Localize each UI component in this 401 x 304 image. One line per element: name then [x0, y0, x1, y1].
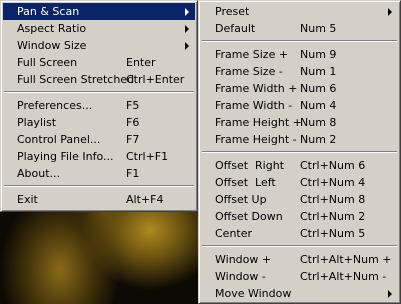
menu-item-label: Offset Left: [215, 176, 276, 189]
menu-item-shortcut: Ctrl+Num 4: [300, 176, 366, 189]
menu-item-window-size[interactable]: Window Size: [3, 37, 195, 54]
menu-item-label: Window +: [215, 253, 272, 266]
menu-item-shortcut: F5: [126, 99, 140, 112]
menu-item-shortcut: Alt+F4: [126, 193, 164, 206]
menu-item-label: Aspect Ratio: [17, 22, 87, 35]
menu-item-label: Preset: [215, 5, 250, 18]
menu-item-offset-right[interactable]: Offset Right Ctrl+Num 6: [201, 157, 398, 174]
pan-scan-submenu: Preset Default Num 5 Frame Size + Num 9 …: [198, 0, 401, 304]
menu-item-label: Move Window: [215, 287, 292, 300]
menu-item-label: Center: [215, 227, 253, 240]
menu-item-label: Full Screen: [17, 56, 78, 69]
menu-separator: [201, 37, 398, 46]
menu-item-label: Frame Size +: [215, 48, 289, 61]
menu-item-shortcut: Ctrl+F1: [126, 150, 169, 163]
submenu-arrow-icon: [185, 25, 189, 33]
submenu-arrow-icon: [388, 8, 392, 16]
menu-item-playlist[interactable]: Playlist F6: [3, 114, 195, 131]
menu-item-pan-scan[interactable]: Pan & Scan: [3, 3, 195, 20]
menu-item-frame-width-minus[interactable]: Frame Width - Num 4: [201, 97, 398, 114]
menu-item-label: Default: [215, 22, 256, 35]
menu-item-shortcut: F1: [126, 167, 140, 180]
menu-item-shortcut: Ctrl+Enter: [126, 73, 185, 86]
menu-item-move-window[interactable]: Move Window: [201, 285, 398, 302]
menu-item-shortcut: Ctrl+Alt+Num -: [300, 270, 387, 283]
menu-item-label: Offset Right: [215, 159, 285, 172]
menu-separator: [3, 182, 195, 191]
menu-item-label: About...: [17, 167, 61, 180]
menu-item-label: Playing File Info...: [17, 150, 114, 163]
menu-item-offset-left[interactable]: Offset Left Ctrl+Num 4: [201, 174, 398, 191]
menu-item-shortcut: Ctrl+Num 8: [300, 193, 366, 206]
menu-item-label: Frame Width +: [215, 82, 298, 95]
menu-item-frame-height-minus[interactable]: Frame Height - Num 2: [201, 131, 398, 148]
menu-item-label: Window Size: [17, 39, 87, 52]
menu-item-shortcut: F6: [126, 116, 140, 129]
menu-item-label: Frame Size -: [215, 65, 283, 78]
menu-item-label: Pan & Scan: [17, 5, 80, 18]
menu-item-frame-size-plus[interactable]: Frame Size + Num 9: [201, 46, 398, 63]
menu-item-full-screen[interactable]: Full Screen Enter: [3, 54, 195, 71]
menu-item-label: Preferences...: [17, 99, 93, 112]
context-menu: Pan & Scan Aspect Ratio Window Size Full…: [0, 0, 198, 212]
menu-item-preset[interactable]: Preset: [201, 3, 398, 20]
menu-item-label: Frame Height -: [215, 133, 297, 146]
menu-item-offset-up[interactable]: Offset Up Ctrl+Num 8: [201, 191, 398, 208]
menu-item-label: Window -: [215, 270, 266, 283]
menu-item-frame-size-minus[interactable]: Frame Size - Num 1: [201, 63, 398, 80]
submenu-arrow-icon: [185, 8, 189, 16]
menu-item-about[interactable]: About... F1: [3, 165, 195, 182]
menu-item-shortcut: Enter: [126, 56, 156, 69]
menu-item-label: Full Screen Stretched: [17, 73, 135, 86]
menu-item-full-screen-stretched[interactable]: Full Screen Stretched Ctrl+Enter: [3, 71, 195, 88]
menu-separator: [3, 88, 195, 97]
menu-item-shortcut: Num 5: [300, 22, 337, 35]
menu-item-shortcut: Num 8: [300, 116, 337, 129]
menu-item-window-plus[interactable]: Window + Ctrl+Alt+Num +: [201, 251, 398, 268]
menu-item-label: Offset Up: [215, 193, 267, 206]
menu-item-shortcut: Num 1: [300, 65, 337, 78]
menu-item-offset-down[interactable]: Offset Down Ctrl+Num 2: [201, 208, 398, 225]
menu-item-window-minus[interactable]: Window - Ctrl+Alt+Num -: [201, 268, 398, 285]
menu-separator: [201, 242, 398, 251]
menu-item-exit[interactable]: Exit Alt+F4: [3, 191, 195, 208]
menu-item-playing-file-info[interactable]: Playing File Info... Ctrl+F1: [3, 148, 195, 165]
submenu-arrow-icon: [185, 42, 189, 50]
menu-item-center[interactable]: Center Ctrl+Num 5: [201, 225, 398, 242]
menu-item-label: Frame Height +: [215, 116, 302, 129]
menu-item-shortcut: F7: [126, 133, 140, 146]
menu-item-frame-width-plus[interactable]: Frame Width + Num 6: [201, 80, 398, 97]
menu-item-default[interactable]: Default Num 5: [201, 20, 398, 37]
menu-item-label: Exit: [17, 193, 38, 206]
menu-item-shortcut: Ctrl+Num 6: [300, 159, 366, 172]
menu-item-aspect-ratio[interactable]: Aspect Ratio: [3, 20, 195, 37]
menu-item-preferences[interactable]: Preferences... F5: [3, 97, 195, 114]
menu-item-control-panel[interactable]: Control Panel... F7: [3, 131, 195, 148]
menu-item-shortcut: Ctrl+Num 5: [300, 227, 366, 240]
menu-item-label: Playlist: [17, 116, 57, 129]
menu-item-shortcut: Num 6: [300, 82, 337, 95]
submenu-arrow-icon: [388, 290, 392, 298]
menu-item-shortcut: Ctrl+Num 2: [300, 210, 366, 223]
menu-item-label: Control Panel...: [17, 133, 101, 146]
menu-item-label: Offset Down: [215, 210, 283, 223]
menu-item-shortcut: Num 4: [300, 99, 337, 112]
menu-item-label: Frame Width -: [215, 99, 293, 112]
menu-item-shortcut: Num 2: [300, 133, 337, 146]
menu-item-shortcut: Num 9: [300, 48, 337, 61]
menu-item-shortcut: Ctrl+Alt+Num +: [300, 253, 392, 266]
menu-separator: [201, 148, 398, 157]
menu-item-frame-height-plus[interactable]: Frame Height + Num 8: [201, 114, 398, 131]
